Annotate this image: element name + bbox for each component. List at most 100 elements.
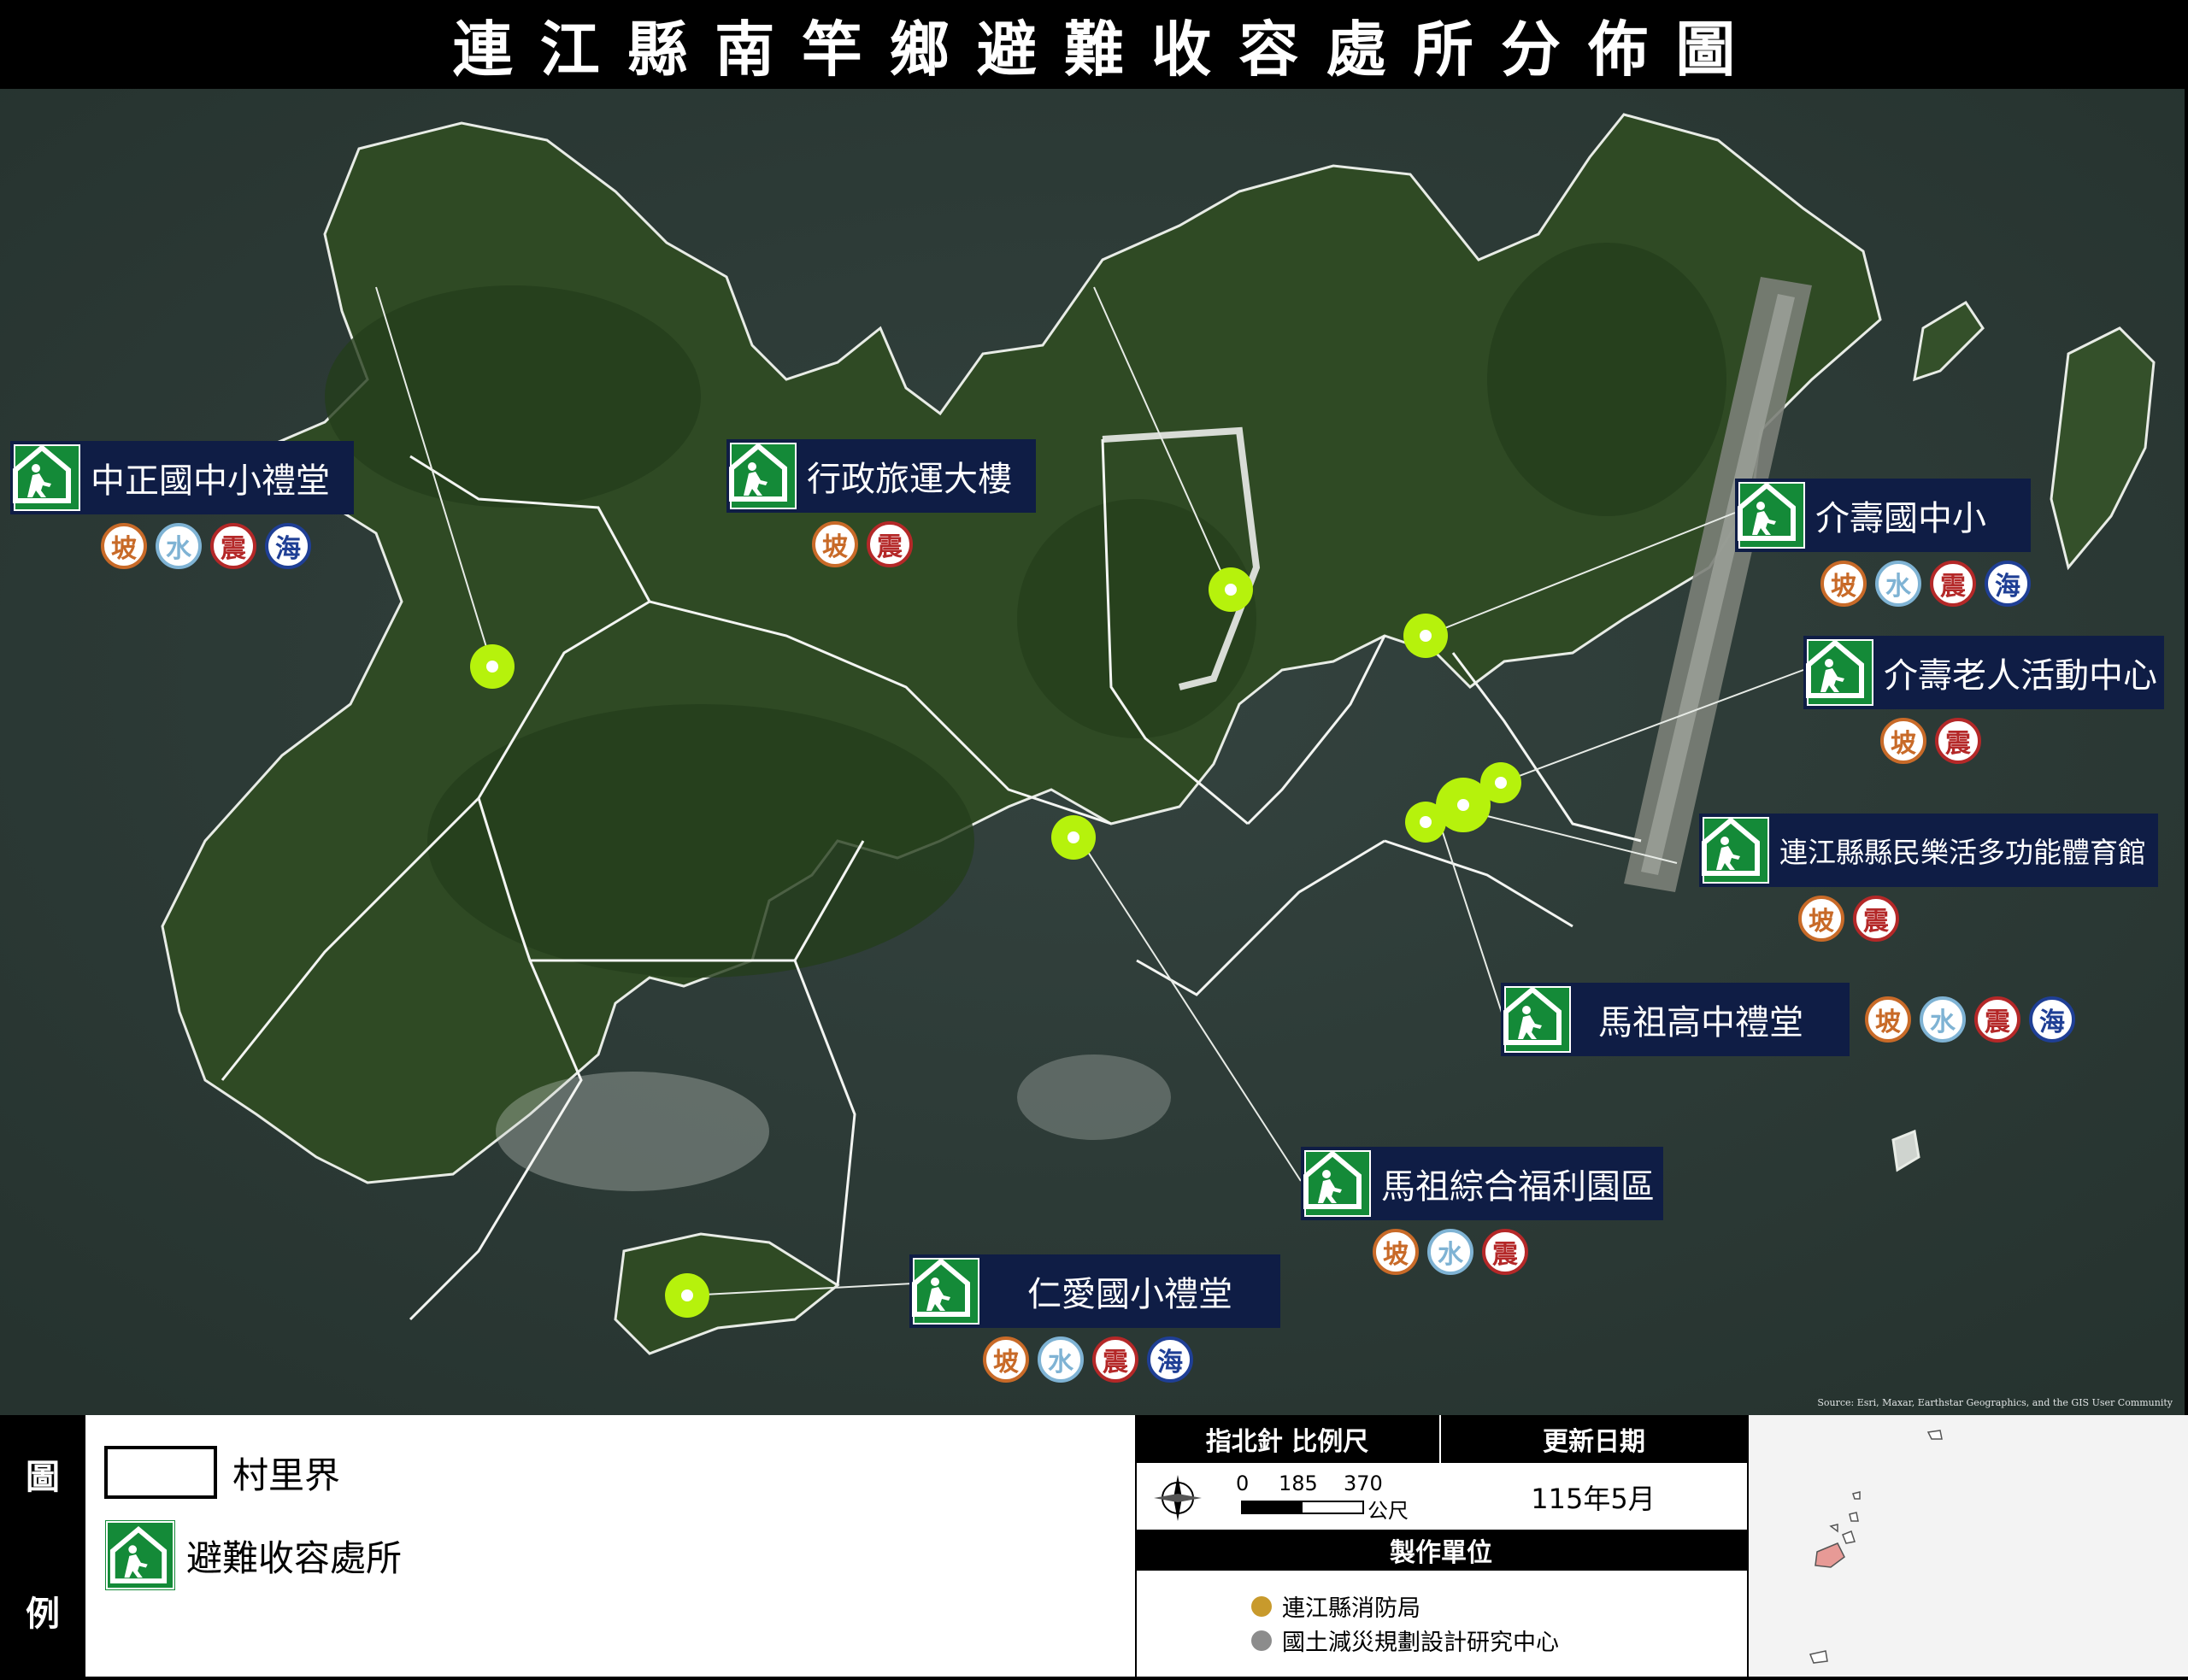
- producer-header: 製作單位: [1135, 1530, 1747, 1571]
- shelter-jieshou-school[interactable]: 介壽國中小 坡 水 震 海: [1735, 479, 2031, 607]
- legend-side-bottom: 例: [26, 1595, 60, 1634]
- shelter-admin-terminal[interactable]: 行政旅運大樓 坡 震: [726, 439, 1036, 567]
- shelter-label: 中正國中小禮堂: [10, 441, 354, 514]
- map-info-panel: 指北針 比例尺 更新日期 0 185 370 公尺 115年5月 製作單位 連江…: [1135, 1415, 1747, 1677]
- producer-fire-bureau: 連江縣消防局: [1251, 1589, 1420, 1623]
- update-date: 115年5月: [1441, 1465, 1745, 1530]
- hazard-flood-icon: 水: [1920, 996, 1966, 1043]
- hazard-flood-icon: 水: [156, 523, 202, 569]
- bottom-panel: 圖 例 村里界 避難收容處所 指北針 比例尺 更新日期 0 185 370 公尺…: [0, 1415, 2188, 1677]
- scale-unit: 公尺: [1368, 1499, 1409, 1523]
- shelter-exit-icon: [912, 1258, 979, 1325]
- hazard-chips: 坡 水 震 海: [1820, 561, 2031, 607]
- scale-tick-2: 370: [1344, 1471, 1383, 1495]
- producer-cell: 連江縣消防局 國土減災規劃設計研究中心: [1137, 1572, 1745, 1675]
- shelter-renai[interactable]: 仁愛國小禮堂 坡 水 震 海: [909, 1254, 1280, 1383]
- hazard-chips: 坡 震: [812, 521, 1036, 567]
- hazard-flood-icon: 水: [1427, 1229, 1473, 1275]
- hazard-quake-icon: 震: [1092, 1336, 1138, 1383]
- hazard-quake-icon: 震: [1935, 718, 1981, 764]
- shelter-name: 馬祖綜合福利園區: [1381, 1167, 1655, 1207]
- locator-inset-map: [1747, 1415, 2188, 1677]
- map-attribution: Source: Esri, Maxar, Earthstar Geographi…: [1817, 1397, 2173, 1408]
- hazard-sea-icon: 海: [1147, 1336, 1193, 1383]
- hazard-slope-icon: 坡: [1373, 1229, 1419, 1275]
- research-center-logo-icon: [1251, 1630, 1272, 1651]
- shelter-exit-icon: [1738, 482, 1805, 549]
- scale-bar: [1241, 1501, 1364, 1514]
- hazard-sea-icon: 海: [1985, 561, 2031, 607]
- compass-scale-header: 指北針 比例尺: [1135, 1415, 1439, 1463]
- shelter-label: 連江縣縣民樂活多功能體育館: [1699, 814, 2158, 887]
- legend-side-top: 圖: [26, 1458, 60, 1497]
- hazard-slope-icon: 坡: [1820, 561, 1867, 607]
- shelter-gymnasium[interactable]: 連江縣縣民樂活多功能體育館 坡 震: [1699, 814, 2158, 942]
- shelter-name: 中正國中小禮堂: [91, 461, 330, 501]
- legend: 村里界 避難收容處所: [85, 1415, 1137, 1677]
- inset-islands: [1809, 1430, 1943, 1664]
- hazard-quake-icon: 震: [1930, 561, 1976, 607]
- hazard-chips: 坡 水 震 海: [101, 523, 354, 569]
- shelter-exit-icon: [1303, 1150, 1371, 1217]
- producer-name: 連江縣消防局: [1282, 1595, 1420, 1622]
- hazard-chips: 坡 水 震: [1373, 1229, 1663, 1275]
- boundary-swatch: [104, 1446, 217, 1499]
- shelter-name: 介壽老人活動中心: [1884, 656, 2157, 696]
- shelter-label: 馬祖綜合福利園區: [1301, 1147, 1663, 1220]
- shelter-exit-icon: [1702, 817, 1769, 884]
- shelter-name: 仁愛國小禮堂: [1027, 1275, 1232, 1314]
- hazard-slope-icon: 坡: [101, 523, 147, 569]
- hazard-chips: 坡 震: [1798, 896, 2158, 942]
- legend-item-label: 村里界: [232, 1454, 341, 1496]
- shelter-welfare-park[interactable]: 馬祖綜合福利園區 坡 水 震: [1301, 1147, 1663, 1275]
- update-header: 更新日期: [1441, 1415, 1747, 1463]
- hazard-chips: 坡 水 震 海: [983, 1336, 1280, 1383]
- hazard-quake-icon: 震: [210, 523, 256, 569]
- hazard-flood-icon: 水: [1875, 561, 1921, 607]
- hazard-slope-icon: 坡: [1880, 718, 1926, 764]
- shelter-name: 介壽國中小: [1815, 499, 1986, 538]
- legend-item-label: 避難收容處所: [186, 1536, 403, 1579]
- shelter-label: 仁愛國小禮堂: [909, 1254, 1280, 1328]
- legend-item-boundary: 村里界: [104, 1446, 340, 1499]
- shelter-label: 介壽老人活動中心: [1803, 636, 2164, 709]
- hazard-slope-icon: 坡: [1798, 896, 1844, 942]
- north-arrow-icon: [1154, 1475, 1202, 1521]
- shelter-matsu-high[interactable]: 馬祖高中禮堂 坡 水 震 海: [1501, 983, 2075, 1056]
- shelter-exit-icon: [729, 443, 797, 509]
- scale-tick-0: 0: [1236, 1471, 1250, 1495]
- shelter-jieshou-elderly[interactable]: 介壽老人活動中心 坡 震: [1803, 636, 2164, 764]
- shelter-label: 介壽國中小: [1735, 479, 2031, 552]
- shelter-zhongzheng[interactable]: 中正國中小禮堂 坡 水 震 海: [10, 441, 354, 569]
- shelter-name: 馬祖高中禮堂: [1598, 1003, 1803, 1043]
- shelter-exit-icon: [1806, 639, 1873, 706]
- shelter-name: 行政旅運大樓: [807, 460, 1012, 499]
- hazard-flood-icon: 水: [1038, 1336, 1084, 1383]
- fire-bureau-emblem-icon: [1251, 1595, 1272, 1617]
- producer-name: 國土減災規劃設計研究中心: [1282, 1630, 1559, 1656]
- hazard-chips: 坡 震: [1880, 718, 2164, 764]
- map-area[interactable]: 中正國中小禮堂 坡 水 震 海 行政旅運大樓 坡 震 介壽國中小 坡 水 震 海…: [0, 89, 2185, 1415]
- legend-side-bar: 圖 例: [0, 1415, 85, 1677]
- hazard-quake-icon: 震: [867, 521, 913, 567]
- shelter-exit-icon: [105, 1520, 175, 1590]
- map-title: 連江縣南竿鄉避難收容處所分佈圖: [452, 14, 1763, 85]
- hazard-quake-icon: 震: [1482, 1229, 1528, 1275]
- shelter-exit-icon: [13, 444, 80, 511]
- hazard-sea-icon: 海: [265, 523, 311, 569]
- scale-tick-1: 185: [1279, 1471, 1318, 1495]
- hazard-chips: 坡 水 震 海: [1865, 996, 2075, 1043]
- shelter-label: 馬祖高中禮堂: [1501, 983, 1850, 1056]
- hazard-sea-icon: 海: [2029, 996, 2075, 1043]
- hazard-quake-icon: 震: [1974, 996, 2020, 1043]
- shelter-label: 行政旅運大樓: [726, 439, 1036, 513]
- shelter-name: 連江縣縣民樂活多功能體育館: [1779, 836, 2146, 869]
- producer-research-center: 國土減災規劃設計研究中心: [1251, 1624, 1559, 1657]
- shelter-exit-icon: [1503, 986, 1571, 1053]
- hazard-quake-icon: 震: [1853, 896, 1899, 942]
- hazard-slope-icon: 坡: [1865, 996, 1911, 1043]
- hazard-slope-icon: 坡: [812, 521, 858, 567]
- title-bar: 連江縣南竿鄉避難收容處所分佈圖: [0, 0, 2188, 89]
- legend-item-shelter: 避難收容處所: [105, 1520, 403, 1590]
- compass-scale-cell: 0 185 370 公尺: [1137, 1465, 1439, 1530]
